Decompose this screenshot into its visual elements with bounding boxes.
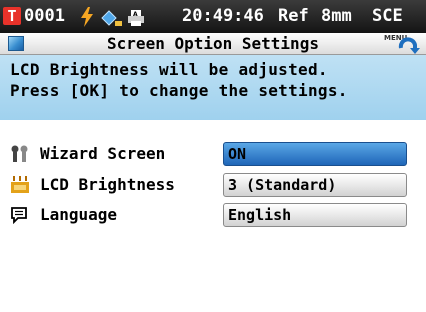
return-arrow-icon: [398, 37, 420, 54]
sample-number: 0001: [24, 6, 65, 26]
t-badge-icon: T: [3, 7, 21, 25]
lightning-icon: [80, 6, 94, 27]
menu-back-button[interactable]: MENU: [384, 34, 420, 54]
svg-text:A: A: [133, 11, 138, 18]
status-bar: T 0001 A 20:49:46 Ref 8mm SCE: [0, 0, 426, 33]
measurement-mode: SCE: [372, 6, 403, 26]
message-box: LCD Brightness will be adjusted. Press […: [0, 55, 426, 120]
setting-value-lcd-brightness[interactable]: 3 (Standard): [223, 173, 407, 197]
message-line-1: LCD Brightness will be adjusted.: [10, 60, 328, 79]
setting-value-wizard-screen[interactable]: ON: [223, 142, 407, 166]
printer-icon: A: [127, 6, 145, 26]
aperture-label: 8mm: [321, 6, 352, 26]
setting-row-lcd-brightness[interactable]: LCD Brightness 3 (Standard): [0, 173, 426, 197]
clock-time: 20:49:46: [182, 6, 264, 26]
ref-label: Ref: [278, 6, 309, 26]
page-title: Screen Option Settings: [107, 34, 319, 53]
title-bar: Screen Option Settings MENU: [0, 33, 426, 55]
setting-value-language[interactable]: English: [223, 203, 407, 227]
message-line-2: Press [OK] to change the settings.: [10, 81, 348, 100]
setting-label: LCD Brightness: [40, 175, 175, 194]
brightness-icon: [10, 176, 30, 194]
diamond-icon: [101, 7, 123, 27]
wizard-icon: [10, 145, 30, 163]
setting-label: Wizard Screen: [40, 144, 166, 163]
setting-row-language[interactable]: Language English: [0, 203, 426, 227]
setting-label: Language: [40, 205, 118, 224]
setting-row-wizard-screen[interactable]: Wizard Screen ON: [0, 142, 426, 166]
speech-bubble-icon: [10, 206, 30, 225]
